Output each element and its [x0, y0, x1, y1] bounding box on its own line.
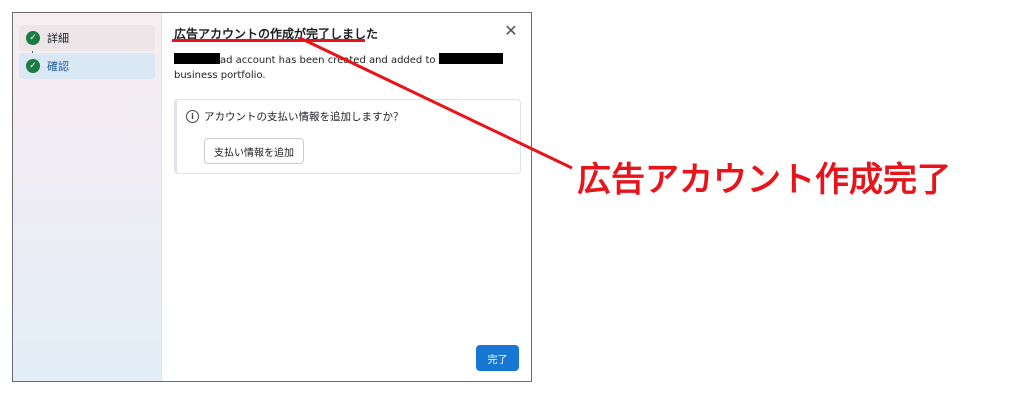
annotation-label: 広告アカウント作成完了: [577, 160, 951, 200]
